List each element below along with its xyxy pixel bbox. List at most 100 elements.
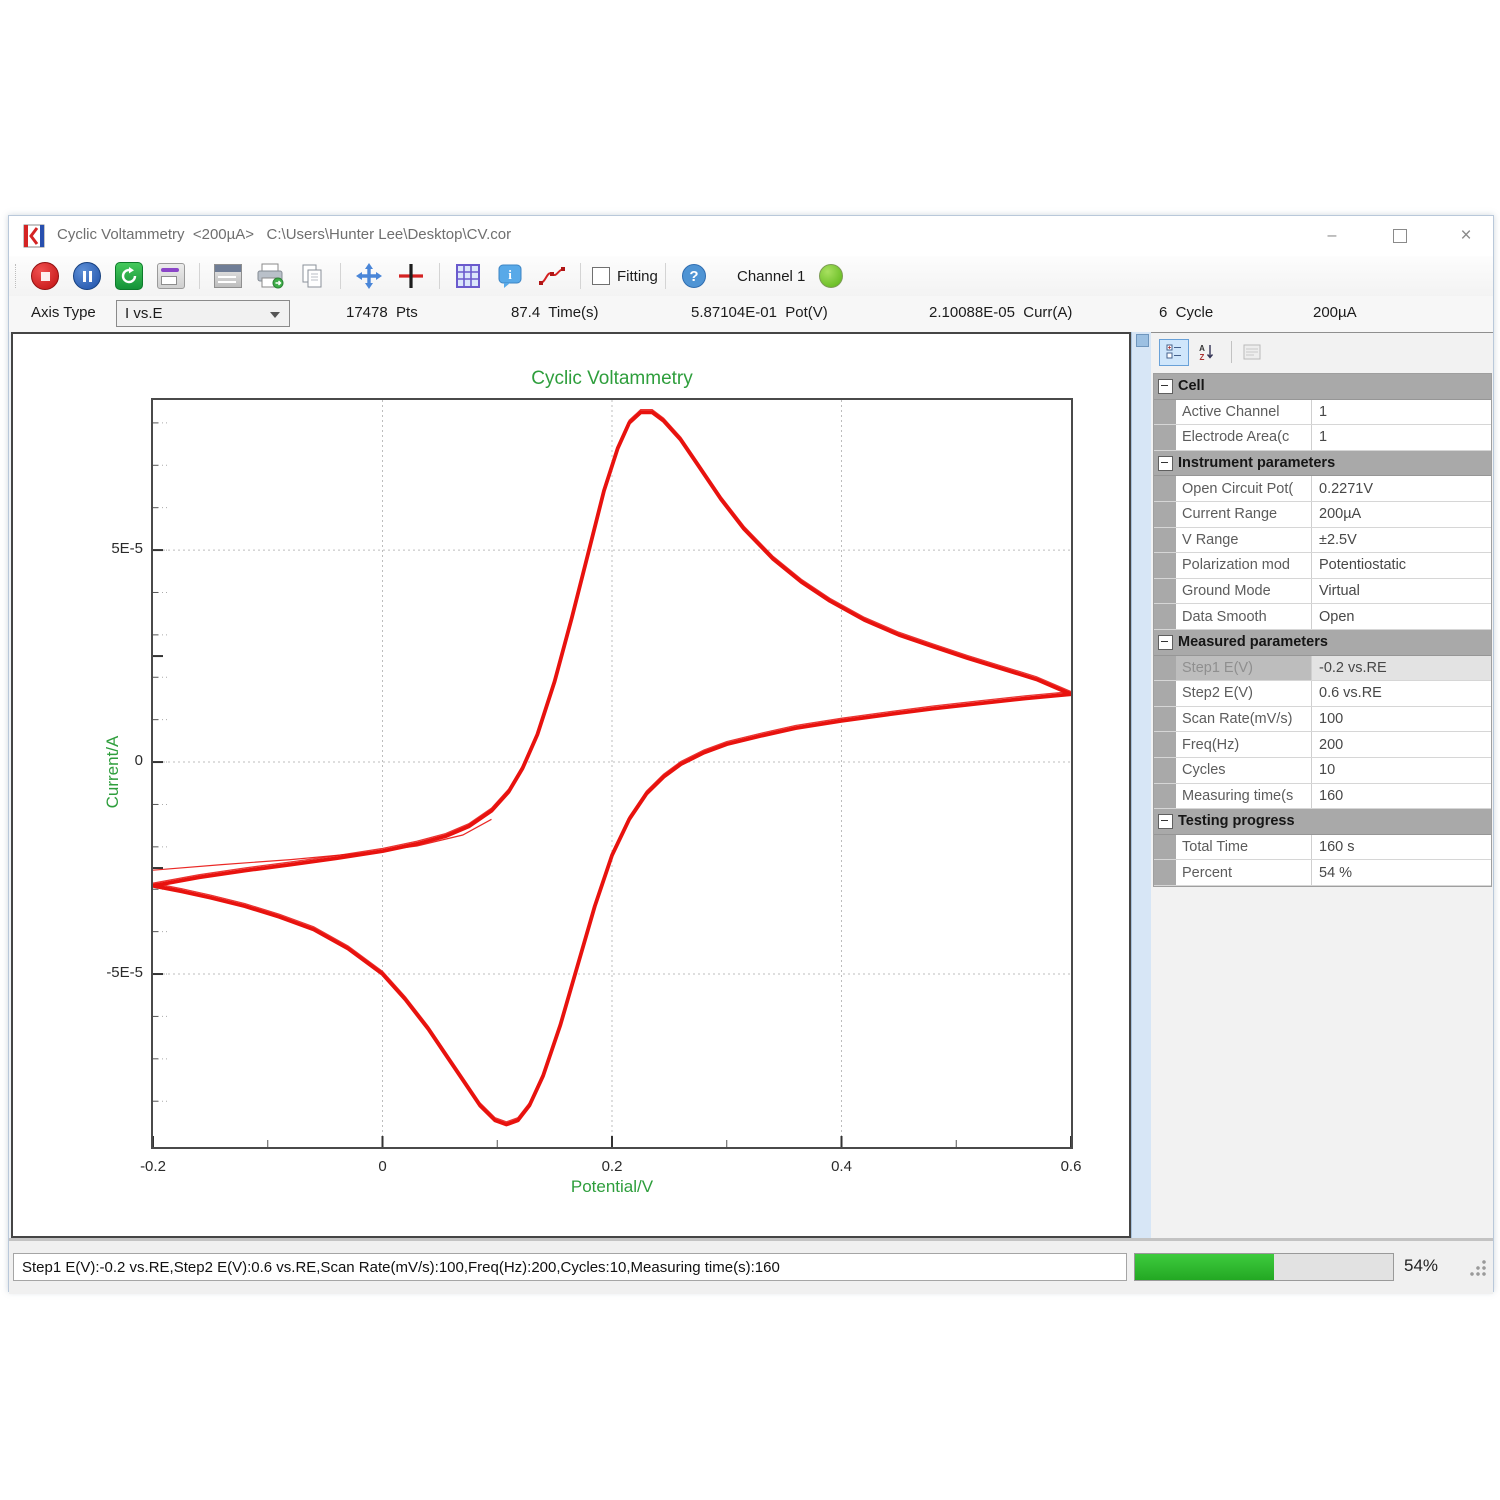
- category-gutter: [1154, 784, 1176, 809]
- info-icon[interactable]: i: [494, 260, 526, 292]
- crosshair-icon[interactable]: [395, 260, 427, 292]
- category-header[interactable]: Testing progress: [1154, 809, 1491, 835]
- help-icon[interactable]: ?: [678, 260, 710, 292]
- move-icon[interactable]: [353, 260, 385, 292]
- data-grid-icon[interactable]: [452, 260, 484, 292]
- toolbar-grip: [15, 264, 20, 288]
- categorized-view-icon[interactable]: [1159, 339, 1189, 366]
- print-icon[interactable]: [254, 260, 286, 292]
- property-value[interactable]: 200µA: [1312, 502, 1491, 527]
- property-row[interactable]: Polarization modPotentiostatic: [1154, 553, 1491, 579]
- property-value[interactable]: 200: [1312, 732, 1491, 757]
- property-row[interactable]: Step2 E(V)0.6 vs.RE: [1154, 681, 1491, 707]
- property-value[interactable]: ±2.5V: [1312, 528, 1491, 553]
- property-label: Polarization mod: [1176, 553, 1312, 578]
- property-row[interactable]: Open Circuit Pot(0.2271V: [1154, 476, 1491, 502]
- property-value[interactable]: Potentiostatic: [1312, 553, 1491, 578]
- property-row[interactable]: Total Time160 s: [1154, 835, 1491, 861]
- titlebar: Cyclic Voltammetry <200µA> C:\Users\Hunt…: [9, 216, 1493, 256]
- property-label: V Range: [1176, 528, 1312, 553]
- pause-icon[interactable]: [71, 260, 103, 292]
- curve-fit-icon[interactable]: [536, 260, 568, 292]
- category-gutter: [1154, 707, 1176, 732]
- property-row[interactable]: Active Channel1: [1154, 400, 1491, 426]
- category-gutter: [1154, 732, 1176, 757]
- property-value[interactable]: 100: [1312, 707, 1491, 732]
- collapse-icon[interactable]: [1158, 635, 1173, 650]
- property-row[interactable]: Cycles10: [1154, 758, 1491, 784]
- property-value[interactable]: 1: [1312, 400, 1491, 425]
- property-row[interactable]: Data SmoothOpen: [1154, 604, 1491, 630]
- property-value[interactable]: Virtual: [1312, 579, 1491, 604]
- toolbar-separator: [199, 263, 200, 289]
- stop-icon[interactable]: [29, 260, 61, 292]
- property-row[interactable]: Percent54 %: [1154, 860, 1491, 886]
- property-row[interactable]: Ground ModeVirtual: [1154, 579, 1491, 605]
- property-label: Current Range: [1176, 502, 1312, 527]
- axis-type-dropdown[interactable]: I vs.E: [116, 300, 290, 327]
- property-row[interactable]: Measuring time(s160: [1154, 784, 1491, 810]
- close-button[interactable]: ×: [1443, 216, 1489, 256]
- category-header[interactable]: Cell: [1154, 374, 1491, 400]
- svg-text:i: i: [508, 267, 512, 282]
- property-row[interactable]: Scan Rate(mV/s)100: [1154, 707, 1491, 733]
- plot-area[interactable]: [153, 400, 1071, 1147]
- property-value[interactable]: 54 %: [1312, 860, 1491, 885]
- category-title: Testing progress: [1178, 813, 1295, 829]
- collapse-icon[interactable]: [1158, 456, 1173, 471]
- axis-stat: 6 Cycle: [1159, 304, 1213, 321]
- category-gutter: [1154, 835, 1176, 860]
- property-value[interactable]: 0.6 vs.RE: [1312, 681, 1491, 706]
- maximize-button[interactable]: [1377, 216, 1423, 256]
- copy-icon[interactable]: [296, 260, 328, 292]
- axis-type-value: I vs.E: [125, 305, 163, 322]
- property-label: Data Smooth: [1176, 604, 1312, 629]
- category-gutter: [1154, 681, 1176, 706]
- cell-setup-icon[interactable]: [212, 260, 244, 292]
- property-row[interactable]: Step1 E(V)-0.2 vs.RE: [1154, 656, 1491, 682]
- category-gutter: [1154, 528, 1176, 553]
- property-value[interactable]: -0.2 vs.RE: [1312, 656, 1491, 681]
- x-tick-label: 0: [355, 1158, 411, 1175]
- category-header[interactable]: Measured parameters: [1154, 630, 1491, 656]
- progress-bar: [1134, 1253, 1394, 1281]
- property-label: Open Circuit Pot(: [1176, 476, 1312, 501]
- splitter-nub[interactable]: [1136, 334, 1149, 347]
- axis-stat: 200µA: [1313, 304, 1357, 321]
- property-label: Active Channel: [1176, 400, 1312, 425]
- property-row[interactable]: Freq(Hz)200: [1154, 732, 1491, 758]
- vertical-splitter[interactable]: [1131, 332, 1153, 1238]
- axis-stat: 5.87104E-01 Pot(V): [691, 304, 828, 321]
- property-value[interactable]: 1: [1312, 425, 1491, 450]
- svg-text:?: ?: [689, 268, 698, 285]
- x-tick-label: -0.2: [125, 1158, 181, 1175]
- property-value[interactable]: 0.2271V: [1312, 476, 1491, 501]
- property-row[interactable]: V Range±2.5V: [1154, 528, 1491, 554]
- property-value[interactable]: 160 s: [1312, 835, 1491, 860]
- collapse-icon[interactable]: [1158, 814, 1173, 829]
- collapse-icon[interactable]: [1158, 379, 1173, 394]
- sort-az-icon[interactable]: AZ: [1193, 340, 1221, 365]
- category-title: Instrument parameters: [1178, 455, 1335, 471]
- property-row[interactable]: Electrode Area(c1: [1154, 425, 1491, 451]
- toolbar-separator: [580, 263, 581, 289]
- desktop: Cyclic Voltammetry <200µA> C:\Users\Hunt…: [0, 0, 1500, 1500]
- y-axis-label: Current/A: [103, 692, 123, 852]
- property-label: Total Time: [1176, 835, 1312, 860]
- axis-stat: 2.10088E-05 Curr(A): [929, 304, 1072, 321]
- content-area: Cyclic Voltammetry -0.200.20.40.65E-50-5…: [9, 332, 1493, 1238]
- property-row[interactable]: Current Range200µA: [1154, 502, 1491, 528]
- minimize-button[interactable]: –: [1309, 216, 1355, 256]
- property-value[interactable]: Open: [1312, 604, 1491, 629]
- resize-grip-icon[interactable]: [1469, 1259, 1487, 1277]
- property-value[interactable]: 160: [1312, 784, 1491, 809]
- checkbox-icon[interactable]: [592, 267, 610, 285]
- setup-icon[interactable]: [155, 260, 187, 292]
- fitting-checkbox[interactable]: Fitting: [592, 267, 658, 285]
- property-pages-icon[interactable]: [1238, 340, 1266, 365]
- property-value[interactable]: 10: [1312, 758, 1491, 783]
- category-header[interactable]: Instrument parameters: [1154, 451, 1491, 477]
- toolbar-separator: [1231, 341, 1232, 363]
- run-icon[interactable]: [113, 260, 145, 292]
- y-tick-label: 5E-5: [81, 540, 143, 557]
